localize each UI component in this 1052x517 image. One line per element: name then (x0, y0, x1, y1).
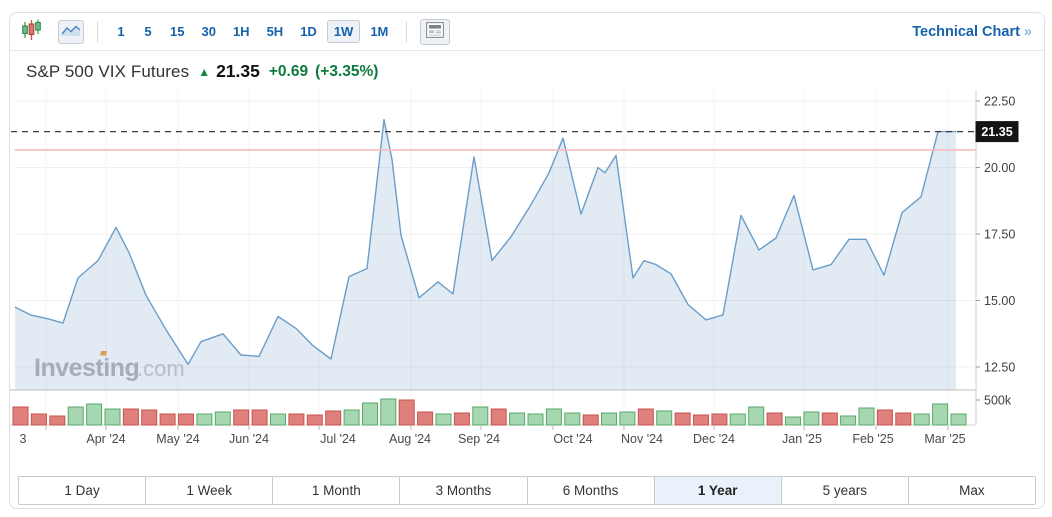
timeframe-bar: 1 Day 1 Week 1 Month 3 Months 6 Months 1 Year… (18, 476, 1036, 505)
instrument-header: S&P 500 VIX Futures ▲ 21.35 +0.69 (+3.35… (10, 51, 1044, 88)
svg-text:Sep '24: Sep '24 (458, 432, 500, 446)
interval-button-5[interactable]: 5 (136, 20, 160, 43)
toolbar-divider (406, 20, 408, 43)
interval-button-1h[interactable]: 1H (226, 20, 257, 43)
timeframe-button-5-years[interactable]: 5 years (780, 477, 908, 504)
chart-toolbar: 1 5 15 30 1H 5H 1D 1W 1M Technical Chart» (10, 13, 1044, 51)
timeframe-button-1-month[interactable]: 1 Month (272, 477, 400, 504)
timeframe-button-1-day[interactable]: 1 Day (19, 477, 146, 504)
interval-button-1d[interactable]: 1D (293, 20, 324, 43)
chart-widget: 1 5 15 30 1H 5H 1D 1W 1M Technical Chart» S&P 50… (9, 12, 1045, 509)
toolbar-divider (97, 20, 98, 43)
svg-text:Mar '25: Mar '25 (924, 432, 965, 446)
price-change-percent: (+3.35%) (315, 62, 379, 80)
price-volume-chart[interactable]: Investing.com22.5020.0017.5015.0012.5050… (10, 90, 1044, 447)
timeframe-button-1-year[interactable]: 1 Year (653, 477, 781, 504)
svg-text:3: 3 (20, 432, 27, 446)
line-chart-icon (61, 23, 81, 40)
timeframe-button-6-months[interactable]: 6 Months (526, 477, 654, 504)
svg-text:May '24: May '24 (156, 432, 199, 446)
svg-text:Jan '25: Jan '25 (782, 432, 822, 446)
svg-text:21.35: 21.35 (981, 125, 1012, 139)
chart-canvas[interactable]: Investing.com22.5020.0017.5015.0012.5050… (10, 90, 1044, 447)
interval-button-1[interactable]: 1 (109, 20, 133, 43)
price-change: +0.69 (268, 62, 309, 80)
svg-text:12.50: 12.50 (984, 361, 1015, 375)
last-price: 21.35 (216, 61, 260, 81)
double-chevron-icon: » (1023, 23, 1032, 40)
interval-button-1w[interactable]: 1W (326, 20, 361, 43)
interval-button-15[interactable]: 15 (163, 20, 191, 43)
interval-button-30[interactable]: 30 (194, 20, 222, 43)
svg-text:Aug '24: Aug '24 (389, 432, 431, 446)
svg-text:500k: 500k (984, 394, 1012, 408)
interval-buttons: 1 5 15 30 1H 5H 1D 1W 1M (109, 20, 395, 43)
instrument-name: S&P 500 VIX Futures (26, 61, 190, 81)
svg-text:Apr '24: Apr '24 (86, 432, 125, 446)
news-panel-icon (426, 22, 445, 41)
timeframe-button-1-week[interactable]: 1 Week (145, 477, 273, 504)
svg-text:Jul '24: Jul '24 (320, 432, 356, 446)
candlestick-icon (22, 19, 41, 44)
svg-text:15.00: 15.00 (984, 294, 1015, 308)
up-arrow-icon: ▲ (198, 64, 211, 79)
svg-text:Oct '24: Oct '24 (553, 432, 592, 446)
timeframe-button-max[interactable]: Max (907, 477, 1035, 504)
line-chart-button[interactable] (58, 19, 84, 44)
technical-chart-link[interactable]: Technical Chart» (912, 24, 1034, 40)
timeframe-button-3-months[interactable]: 3 Months (399, 477, 527, 504)
interval-button-1m[interactable]: 1M (363, 20, 395, 43)
news-panel-button[interactable] (420, 18, 451, 45)
candlestick-chart-button[interactable] (20, 17, 43, 46)
svg-text:Jun '24: Jun '24 (229, 432, 269, 446)
svg-text:22.50: 22.50 (984, 95, 1015, 109)
interval-button-5h[interactable]: 5H (260, 20, 291, 43)
svg-text:Nov '24: Nov '24 (621, 432, 663, 446)
svg-text:20.00: 20.00 (984, 161, 1015, 175)
svg-text:Dec '24: Dec '24 (693, 432, 735, 446)
svg-text:Feb '25: Feb '25 (852, 432, 893, 446)
svg-text:17.50: 17.50 (984, 228, 1015, 242)
